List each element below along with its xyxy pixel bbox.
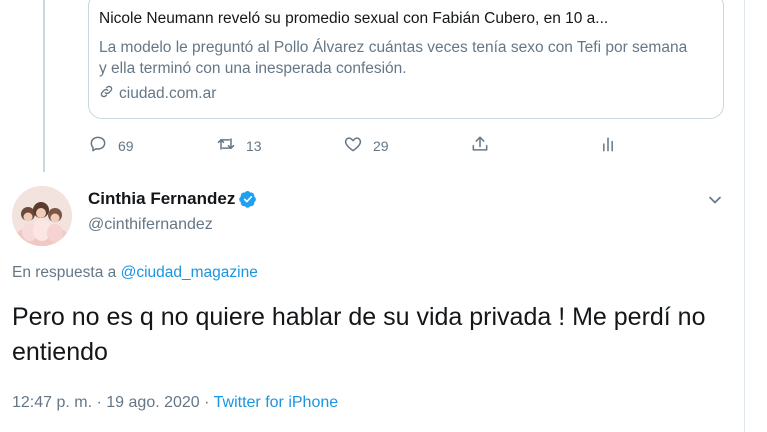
retweet-count: 13	[246, 137, 262, 154]
meta-separator: ·	[204, 394, 210, 411]
display-name: Cinthia Fernandez	[88, 189, 236, 208]
tweet-text: Pero no es q no quiere hablar de su vida…	[12, 303, 706, 366]
thread-connector-line	[43, 0, 45, 172]
card-title: Nicole Neumann reveló su promedio sexual…	[99, 10, 609, 27]
like-count: 29	[373, 137, 389, 154]
card-domain-text: ciudad.com.ar	[119, 85, 217, 102]
reply-icon	[88, 134, 108, 157]
user-info[interactable]: Cinthia Fernandez @cinthifernandez	[88, 189, 257, 234]
reply-context: En respuesta a @ciudad_magazine	[12, 264, 258, 282]
share-action[interactable]	[470, 134, 490, 157]
reply-action[interactable]: 69	[88, 134, 134, 157]
analytics-action[interactable]	[598, 134, 618, 157]
meta-separator: ·	[96, 394, 102, 411]
link-icon	[99, 84, 114, 104]
tweet-time[interactable]: 12:47 p. m.	[12, 394, 92, 411]
tweet-meta: 12:47 p. m. · 19 ago. 2020 · Twitter for…	[12, 394, 338, 412]
user-handle: @cinthifernandez	[88, 216, 213, 233]
link-preview-card[interactable]: Nicole Neumann reveló su promedio sexual…	[88, 0, 724, 119]
avatar[interactable]	[12, 186, 72, 246]
verified-badge-icon	[239, 190, 257, 208]
tweet-date[interactable]: 19 ago. 2020	[106, 394, 199, 411]
retweet-action[interactable]: 13	[216, 134, 262, 157]
retweet-icon	[216, 134, 236, 157]
like-action[interactable]: 29	[343, 134, 389, 157]
share-icon	[470, 134, 490, 157]
tweet-source-link[interactable]: Twitter for iPhone	[214, 394, 339, 411]
reply-prefix: En respuesta a	[12, 264, 117, 281]
analytics-icon	[598, 134, 618, 157]
reply-count: 69	[118, 137, 134, 154]
column-divider	[744, 0, 745, 432]
card-domain: ciudad.com.ar	[99, 84, 216, 104]
reply-to-link[interactable]: @ciudad_magazine	[121, 264, 258, 281]
card-description: La modelo le preguntó al Pollo Álvarez c…	[99, 39, 688, 77]
chevron-down-icon[interactable]	[705, 190, 725, 210]
heart-icon	[343, 134, 363, 157]
